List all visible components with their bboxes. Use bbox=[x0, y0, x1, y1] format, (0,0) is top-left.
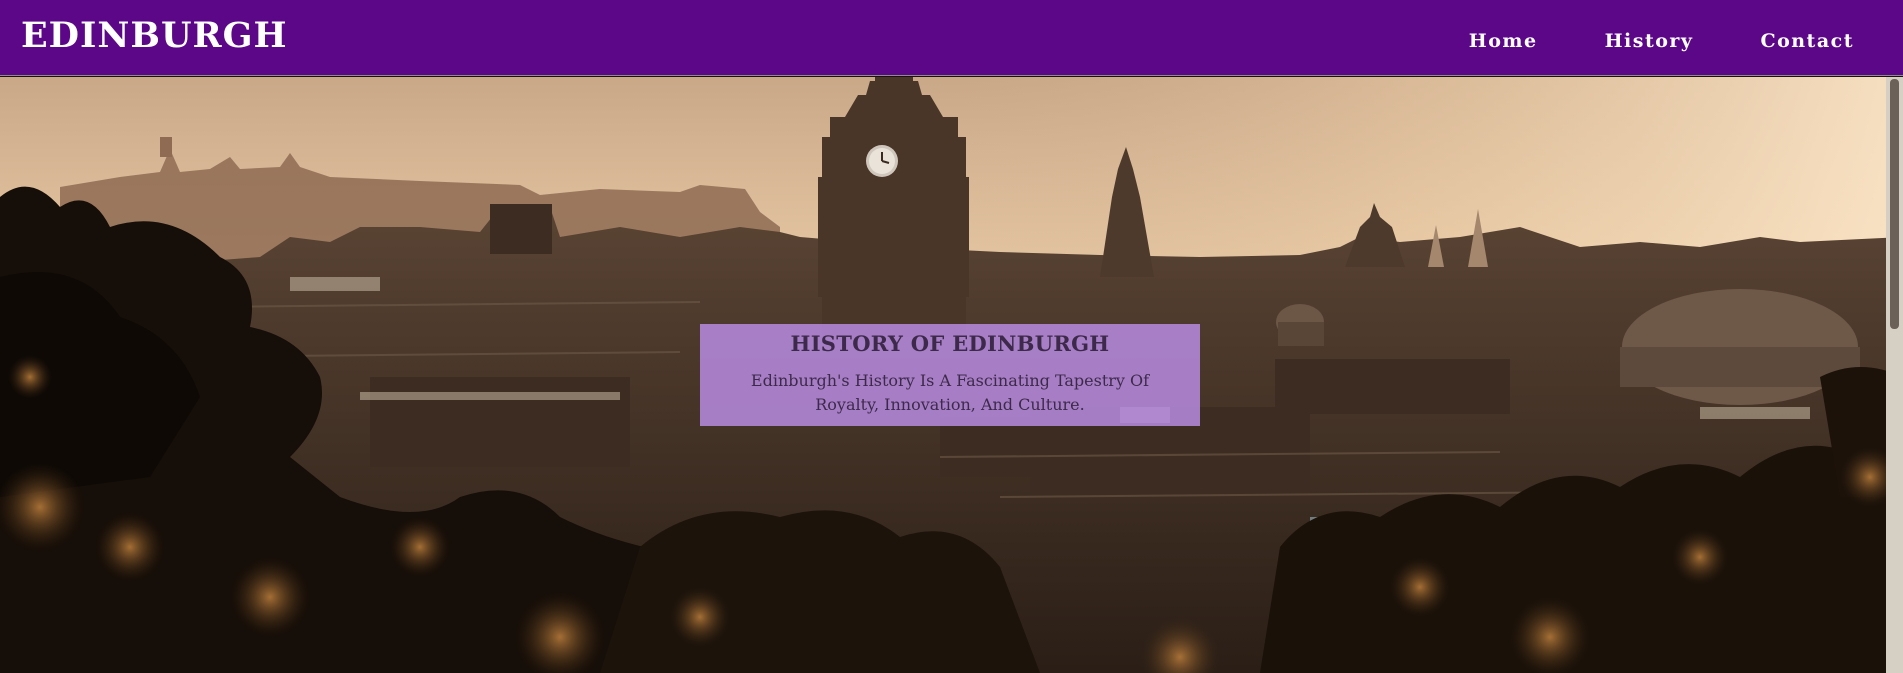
nav-link-home[interactable]: Home bbox=[1469, 30, 1538, 52]
scrollbar[interactable] bbox=[1886, 77, 1903, 673]
hero-info-box: HISTORY OF EDINBURGH Edinburgh's History… bbox=[700, 324, 1200, 426]
brand-logo[interactable]: EDINBURGH bbox=[21, 15, 288, 56]
scrollbar-thumb[interactable] bbox=[1890, 79, 1899, 329]
nav-links: Home History Contact bbox=[1402, 30, 1854, 52]
hero-title: HISTORY OF EDINBURGH bbox=[790, 331, 1110, 356]
nav-link-contact[interactable]: Contact bbox=[1760, 30, 1854, 52]
hero-description: Edinburgh's History Is A Fascinating Tap… bbox=[750, 371, 1150, 414]
navbar: EDINBURGH Home History Contact bbox=[0, 0, 1903, 76]
nav-link-history[interactable]: History bbox=[1605, 30, 1694, 52]
